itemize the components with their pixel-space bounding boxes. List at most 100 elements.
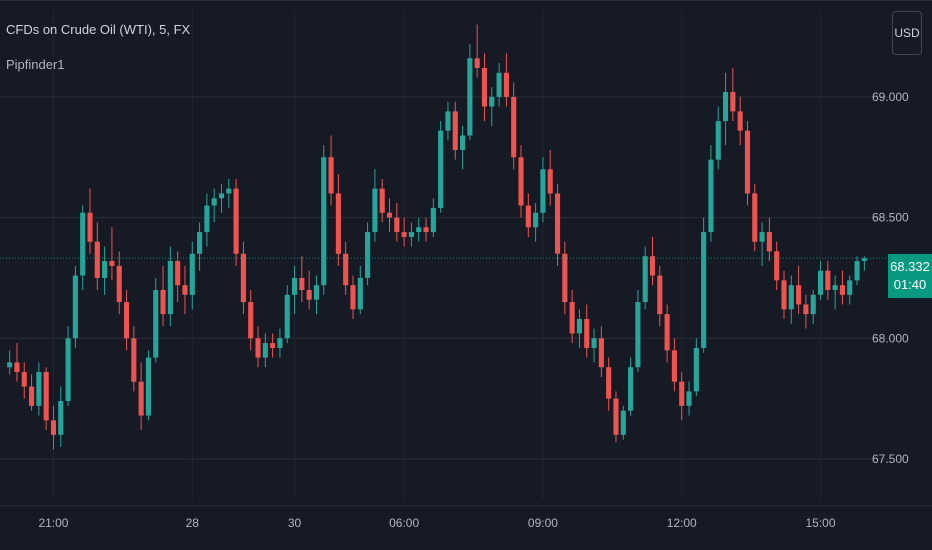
candle-body: [87, 212, 93, 242]
candle-body: [854, 261, 860, 281]
candle-body: [438, 130, 444, 208]
candle-body: [635, 302, 641, 368]
candle-body: [576, 318, 583, 334]
candle-body: [744, 130, 751, 194]
candle-body: [460, 135, 466, 150]
candle-body: [138, 381, 144, 416]
candle-body: [328, 157, 334, 194]
chart-pane[interactable]: 69.000 68.500 68.000 67.500 21:00 28 30 06:00 09…: [0, 0, 932, 550]
candle-body: [321, 157, 327, 286]
candle-body: [766, 232, 772, 252]
bar-countdown: 01:40: [893, 277, 927, 292]
candle-body: [43, 372, 49, 421]
candle-body: [481, 67, 488, 107]
candle-body: [796, 285, 802, 305]
candle-body: [50, 420, 57, 435]
candle-body: [679, 381, 685, 406]
candle-body: [511, 96, 517, 158]
candle-body: [379, 188, 385, 213]
candle-body: [788, 285, 794, 310]
candle-body: [416, 227, 422, 233]
candle-body: [628, 367, 634, 411]
candle-body: [255, 338, 261, 358]
x-tick-label: 15:00: [806, 516, 836, 530]
candle-body: [211, 198, 217, 206]
candle-body: [569, 302, 575, 334]
candle-body: [123, 302, 130, 339]
candle-body: [116, 265, 122, 303]
candle-body: [21, 372, 27, 387]
candle-body: [240, 253, 246, 303]
candle-body: [14, 362, 20, 373]
candle-body: [270, 343, 276, 348]
candle-body: [598, 338, 604, 368]
candle-body: [109, 261, 115, 266]
candle-body: [839, 285, 845, 295]
candle-body: [408, 232, 414, 237]
candle-body: [693, 347, 699, 392]
candlestick-chart[interactable]: 69.000 68.500 68.000 67.500 21:00 28 30 06:00 09…: [0, 0, 932, 550]
candle-body: [525, 205, 531, 228]
indicator-title[interactable]: Pipfinder1: [6, 57, 65, 72]
last-price-badge: 68.332 01:40: [888, 254, 932, 298]
candle-body: [774, 251, 780, 281]
candle-body: [182, 285, 188, 295]
candle-body: [737, 111, 743, 131]
candle-body: [423, 227, 429, 233]
candle-body: [686, 391, 692, 406]
y-tick-label: 68.500: [872, 211, 909, 225]
candle-body: [167, 261, 173, 315]
x-tick-label: 12:00: [667, 516, 697, 530]
candle-body: [715, 121, 721, 160]
candle-body: [562, 253, 568, 303]
candle-body: [401, 232, 407, 237]
x-tick-label: 28: [186, 516, 200, 530]
candle-body: [642, 256, 648, 303]
y-tick-label: 67.500: [872, 452, 909, 466]
candle-body: [36, 372, 42, 406]
candle-body: [752, 193, 758, 242]
candle-body: [350, 285, 356, 310]
symbol-title[interactable]: CFDs on Crude Oil (WTI), 5, FX: [6, 22, 190, 37]
candle-body: [204, 205, 210, 233]
x-tick-label: 21:00: [38, 516, 68, 530]
candle-body: [306, 290, 312, 300]
candle-body: [547, 169, 553, 194]
candle-body: [701, 232, 707, 348]
candle-body: [145, 357, 152, 416]
candle-body: [372, 188, 378, 233]
candle-body: [803, 304, 809, 315]
candle-body: [613, 398, 619, 435]
candle-body: [474, 58, 480, 68]
candle-body: [291, 277, 298, 295]
candle-body: [445, 111, 451, 131]
candle-body: [365, 232, 371, 278]
currency-button[interactable]: USD: [892, 11, 922, 55]
candle-body: [606, 367, 612, 399]
candle-body: [847, 280, 853, 295]
candle-body: [58, 401, 64, 435]
candle-body: [584, 318, 590, 348]
candle-body: [496, 72, 502, 97]
candle-body: [540, 169, 546, 213]
candle-body: [386, 212, 393, 218]
legend: CFDs on Crude Oil (WTI), 5, FX: [6, 22, 190, 37]
candle-body: [226, 188, 232, 194]
candle-body: [80, 212, 86, 276]
y-tick-label: 69.000: [872, 90, 909, 104]
candle-body: [489, 96, 495, 107]
candle-body: [430, 207, 436, 233]
candle-body: [664, 314, 670, 351]
candle-body: [248, 302, 254, 339]
candle-body: [65, 338, 71, 402]
candle-body: [175, 261, 181, 286]
candle-body: [277, 338, 283, 348]
candle-body: [313, 285, 320, 300]
candle-body: [452, 111, 458, 150]
y-tick-label: 68.000: [872, 331, 909, 345]
candle-body: [299, 277, 305, 290]
candle-body: [832, 285, 838, 290]
candle-body: [357, 277, 363, 310]
candle-body: [825, 270, 831, 290]
candle-body: [781, 280, 787, 310]
